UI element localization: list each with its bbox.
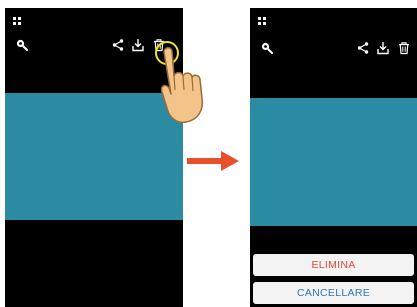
after-screen: ELIMINA CANCELLARE [250,8,417,307]
cancel-button-label: CANCELLARE [296,287,371,299]
before-screen [5,8,183,307]
share-icon[interactable] [111,38,125,52]
share-icon[interactable] [356,41,370,55]
photo-preview [250,98,417,226]
camera-switch-icon[interactable] [260,41,274,55]
trash-icon[interactable] [397,41,411,55]
delete-button-label: ELIMINA [311,259,356,271]
menu-icon[interactable] [13,17,21,25]
download-icon[interactable] [376,41,390,55]
camera-switch-icon[interactable] [15,38,29,52]
download-icon[interactable] [131,38,145,52]
menu-icon[interactable] [258,17,266,25]
transition-arrow-icon [187,150,239,172]
cancel-button[interactable]: CANCELLARE [253,282,414,304]
photo-preview [5,93,183,220]
tapping-hand-icon [158,44,210,126]
delete-button[interactable]: ELIMINA [253,254,414,276]
